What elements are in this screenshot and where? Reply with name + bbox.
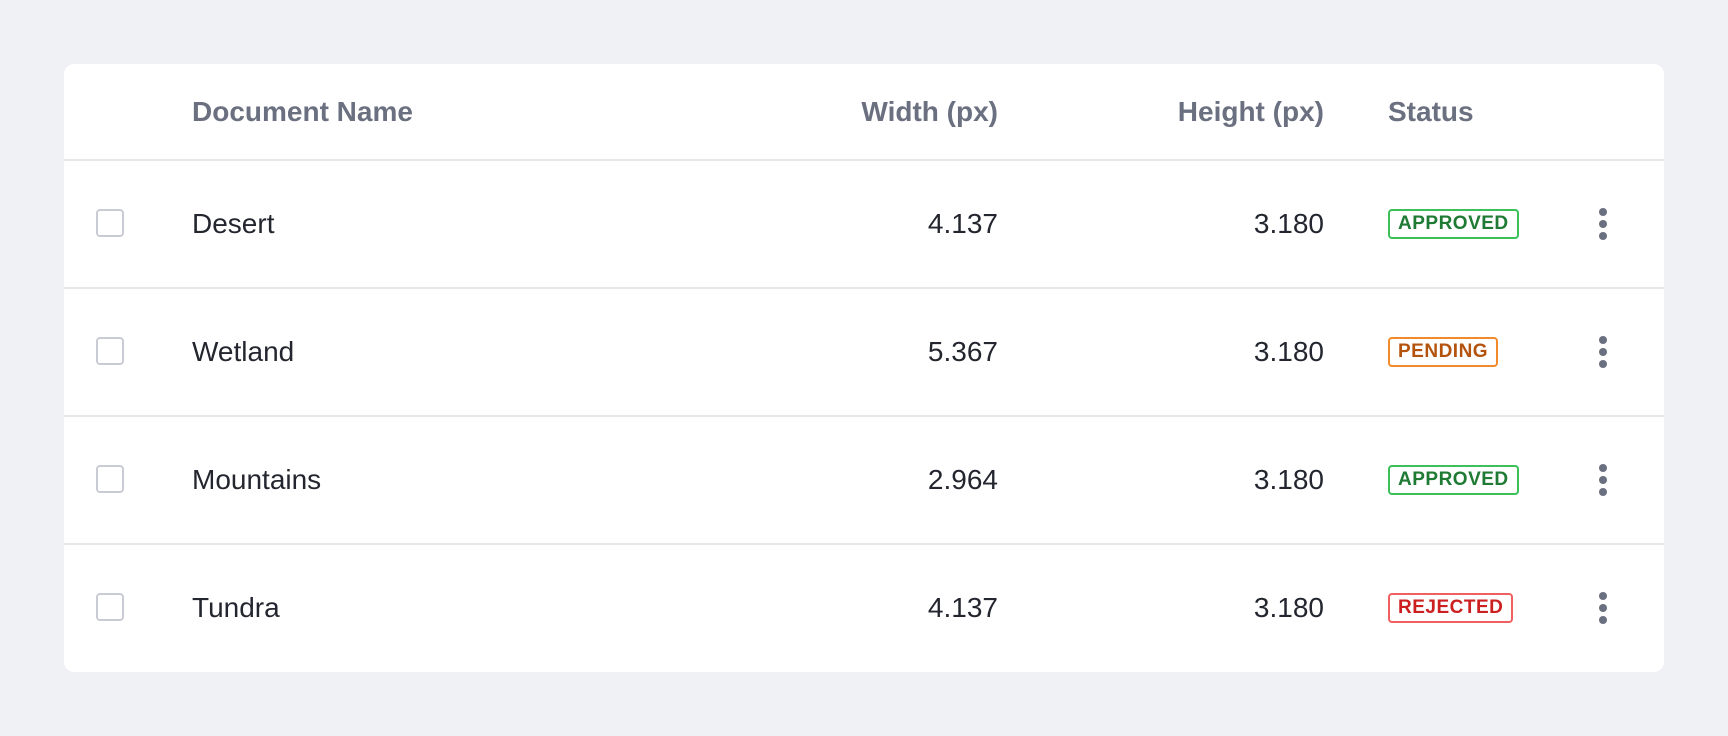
more-vertical-icon[interactable] <box>1584 332 1624 372</box>
column-header-width[interactable]: Width (px) <box>861 64 998 159</box>
table-row: Wetland 5.367 3.180 PENDING <box>64 289 1664 417</box>
column-header-status[interactable]: Status <box>1388 64 1474 159</box>
width-cell: 4.137 <box>927 208 998 239</box>
status-badge: APPROVED <box>1388 209 1519 239</box>
row-checkbox[interactable] <box>96 593 124 621</box>
row-checkbox[interactable] <box>96 209 124 237</box>
more-vertical-icon[interactable] <box>1584 588 1624 628</box>
status-badge: APPROVED <box>1388 465 1519 495</box>
more-vertical-icon[interactable] <box>1584 204 1624 244</box>
table-row: Tundra 4.137 3.180 REJECTED <box>64 545 1664 672</box>
table-row: Desert 4.137 3.180 APPROVED <box>64 161 1664 289</box>
status-badge: PENDING <box>1388 337 1499 367</box>
document-name-cell: Desert <box>192 208 275 239</box>
row-checkbox[interactable] <box>96 337 124 365</box>
width-cell: 2.964 <box>927 464 998 495</box>
more-vertical-icon[interactable] <box>1584 460 1624 500</box>
table-header: Document Name Width (px) Height (px) Sta… <box>64 64 1664 161</box>
table-row: Mountains 2.964 3.180 APPROVED <box>64 417 1664 545</box>
document-name-cell: Tundra <box>192 592 280 623</box>
height-cell: 3.180 <box>1253 592 1324 623</box>
height-cell: 3.180 <box>1253 464 1324 495</box>
width-cell: 5.367 <box>927 336 998 367</box>
height-cell: 3.180 <box>1253 336 1324 367</box>
document-name-cell: Mountains <box>192 464 322 495</box>
documents-table: Document Name Width (px) Height (px) Sta… <box>64 64 1664 672</box>
column-header-height[interactable]: Height (px) <box>1178 64 1324 159</box>
status-badge: REJECTED <box>1388 593 1514 623</box>
row-checkbox[interactable] <box>96 465 124 493</box>
column-header-document-name[interactable]: Document Name <box>192 64 413 159</box>
width-cell: 4.137 <box>927 592 998 623</box>
height-cell: 3.180 <box>1253 208 1324 239</box>
document-name-cell: Wetland <box>192 336 295 367</box>
